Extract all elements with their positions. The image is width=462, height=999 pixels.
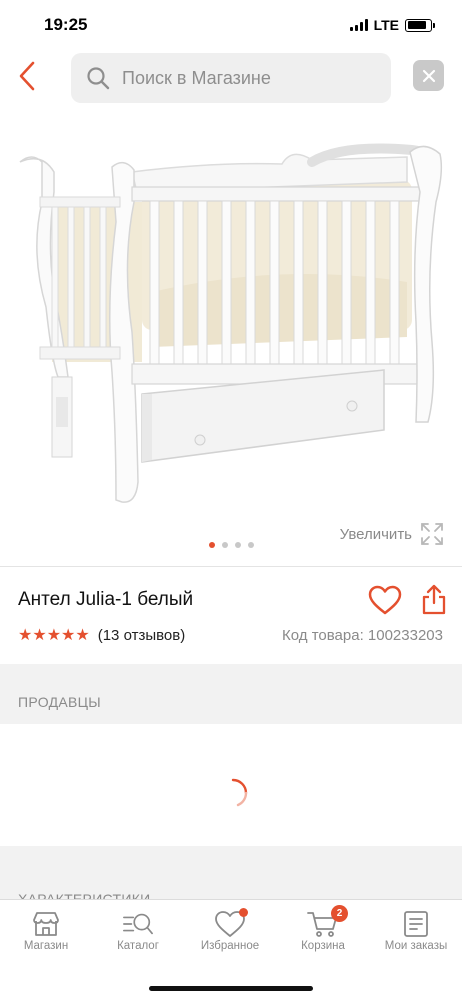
star-icon: ★ — [75, 627, 89, 644]
tab-label: Каталог — [117, 940, 159, 952]
orders-icon — [400, 909, 432, 939]
tab-label: Избранное — [200, 940, 260, 952]
battery-icon — [405, 18, 435, 32]
product-gallery[interactable]: Увеличить — [0, 120, 462, 565]
tab-cart[interactable]: 2 Корзина — [277, 900, 369, 964]
search-icon — [87, 67, 110, 90]
favorites-badge-dot — [239, 908, 248, 917]
gallery-dot[interactable] — [209, 542, 215, 548]
zoom-label: Увеличить — [339, 525, 412, 543]
characteristics-section-header[interactable]: ХАРАКТЕРИСТИКИ — [0, 846, 462, 906]
sellers-label: ПРОДАВЦЫ — [18, 694, 101, 710]
product-title: Антел Julia-1 белый — [18, 589, 194, 610]
store-icon — [30, 909, 62, 939]
heart-icon — [214, 908, 248, 939]
bottom-tab-bar: Магазин Каталог Избранное 2 Корзина Мои … — [0, 899, 462, 999]
gallery-dot[interactable] — [222, 542, 228, 548]
search-placeholder: Поиск в Магазине — [122, 67, 271, 88]
tab-catalog[interactable]: Каталог — [92, 900, 184, 964]
tab-favorites[interactable]: Избранное — [184, 900, 276, 964]
loading-spinner-icon — [231, 778, 248, 807]
back-chevron-icon — [19, 61, 35, 91]
home-indicator[interactable] — [149, 986, 313, 991]
tab-store[interactable]: Магазин — [0, 900, 92, 964]
cart-badge: 2 — [331, 905, 348, 922]
product-image-crib[interactable] — [12, 132, 450, 512]
product-sku: Код товара: 100233203 — [282, 627, 443, 644]
star-icon: ★ — [18, 627, 32, 644]
rating-stars-icon: ★ ★ ★ ★ ★ — [18, 625, 90, 645]
star-icon: ★ — [32, 627, 46, 644]
catalog-search-icon — [122, 909, 154, 939]
close-icon — [422, 69, 435, 82]
zoom-button[interactable]: Увеличить — [340, 522, 444, 546]
product-info: Антел Julia-1 белый ★ ★ ★ ★ ★ (13 отзывов) К… — [0, 567, 462, 663]
gallery-dot[interactable] — [248, 542, 254, 548]
tab-label: Мои заказы — [384, 940, 448, 952]
network-type: LTE — [373, 17, 399, 33]
favorite-heart-icon[interactable] — [368, 585, 402, 615]
back-button[interactable] — [12, 58, 42, 94]
expand-icon — [421, 523, 443, 545]
status-indicators: LTE — [349, 17, 435, 33]
status-time: 19:25 — [44, 15, 88, 34]
product-rating[interactable]: ★ ★ ★ ★ ★ (13 отзывов) — [18, 625, 185, 645]
gallery-pagination — [209, 542, 254, 548]
close-button[interactable] — [413, 60, 444, 91]
gallery-dot[interactable] — [235, 542, 241, 548]
cellular-signal-icon — [349, 19, 368, 31]
search-input[interactable]: Поиск в Магазине — [71, 53, 391, 103]
tab-orders[interactable]: Мои заказы — [370, 900, 462, 964]
sellers-list — [0, 724, 462, 846]
star-icon: ★ — [46, 627, 61, 644]
top-nav: Поиск в Магазине — [0, 52, 462, 104]
tab-label: Корзина — [301, 940, 345, 952]
star-icon: ★ — [61, 627, 75, 644]
tab-label: Магазин — [23, 940, 69, 952]
share-icon[interactable] — [421, 583, 447, 615]
status-bar: 19:25 LTE — [0, 0, 462, 50]
sellers-section-header: ПРОДАВЦЫ — [0, 664, 462, 724]
reviews-count[interactable]: (13 отзывов) — [98, 627, 186, 644]
cart-icon: 2 — [307, 905, 348, 939]
